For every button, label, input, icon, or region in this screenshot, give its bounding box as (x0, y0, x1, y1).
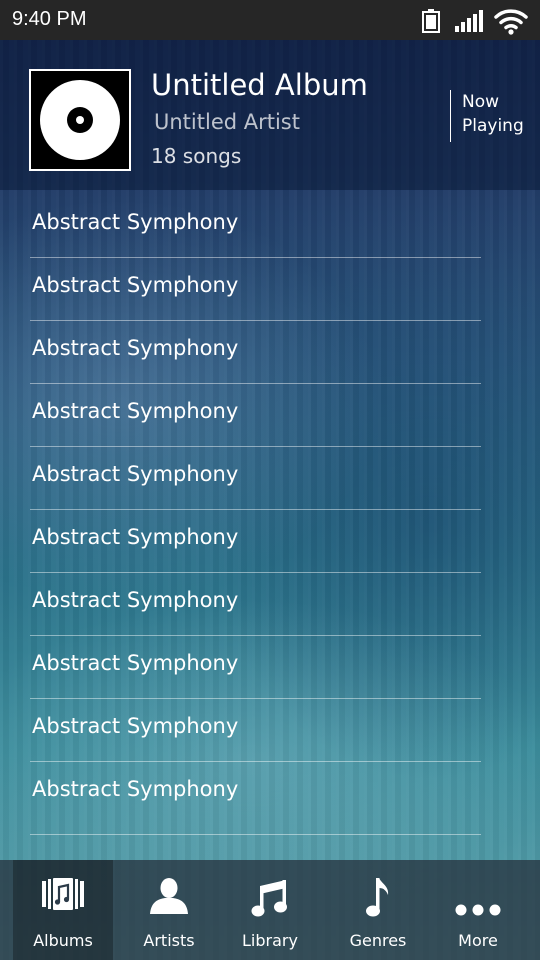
song-row[interactable]: Abstract Symphony (30, 258, 481, 321)
song-title: Abstract Symphony (32, 210, 239, 234)
wifi-icon (494, 9, 528, 35)
disc-icon (40, 80, 120, 160)
tab-genres[interactable]: Genres (328, 860, 428, 960)
song-row[interactable]: Abstract Symphony (30, 762, 481, 835)
song-title: Abstract Symphony (32, 651, 239, 675)
music-notes-icon (251, 880, 287, 917)
album-art (29, 69, 131, 171)
signal-icon (455, 10, 483, 32)
song-title: Abstract Symphony (32, 462, 239, 486)
music-note-icon (366, 878, 389, 917)
albums-icon (42, 878, 84, 910)
tab-artists[interactable]: Artists (119, 860, 219, 960)
tab-more-label: More (458, 931, 498, 950)
song-row[interactable]: Abstract Symphony (30, 573, 481, 636)
now-playing-label-line1: Now (462, 92, 500, 112)
song-row[interactable]: Abstract Symphony (30, 384, 481, 447)
tab-library[interactable]: Library (220, 860, 320, 960)
song-row[interactable]: Abstract Symphony (30, 447, 481, 510)
song-row[interactable]: Abstract Symphony (30, 699, 481, 762)
tab-bar: Albums Artists Library Genres More (0, 860, 540, 960)
artist-icon (150, 878, 188, 914)
song-title: Abstract Symphony (32, 588, 239, 612)
song-row[interactable]: Abstract Symphony (30, 321, 481, 384)
song-row[interactable]: Abstract Symphony (30, 510, 481, 573)
status-time: 9:40 PM (12, 8, 87, 30)
song-title: Abstract Symphony (32, 336, 239, 360)
tab-library-label: Library (242, 931, 298, 950)
song-title: Abstract Symphony (32, 714, 239, 738)
song-list: Abstract Symphony Abstract Symphony Abst… (30, 195, 481, 835)
tab-more[interactable]: More (428, 860, 528, 960)
song-row[interactable]: Abstract Symphony (30, 636, 481, 699)
now-playing-label-line2: Playing (462, 116, 524, 136)
song-title: Abstract Symphony (32, 273, 239, 297)
tab-genres-label: Genres (349, 931, 407, 950)
album-song-count: 18 songs (151, 144, 242, 168)
tab-artists-label: Artists (143, 931, 195, 950)
song-title: Abstract Symphony (32, 399, 239, 423)
battery-icon (422, 9, 440, 33)
album-header: Untitled Album Untitled Artist 18 songs … (0, 40, 540, 190)
tab-albums-label: Albums (33, 931, 93, 950)
album-artist: Untitled Artist (154, 110, 300, 134)
song-title: Abstract Symphony (32, 525, 239, 549)
status-bar: 9:40 PM (0, 0, 540, 40)
song-title: Abstract Symphony (32, 777, 239, 801)
now-playing-button[interactable]: Now Playing (450, 90, 530, 142)
more-dots-icon (455, 904, 501, 916)
tab-albums[interactable]: Albums (13, 860, 113, 960)
album-title: Untitled Album (151, 68, 368, 102)
song-row[interactable]: Abstract Symphony (30, 195, 481, 258)
